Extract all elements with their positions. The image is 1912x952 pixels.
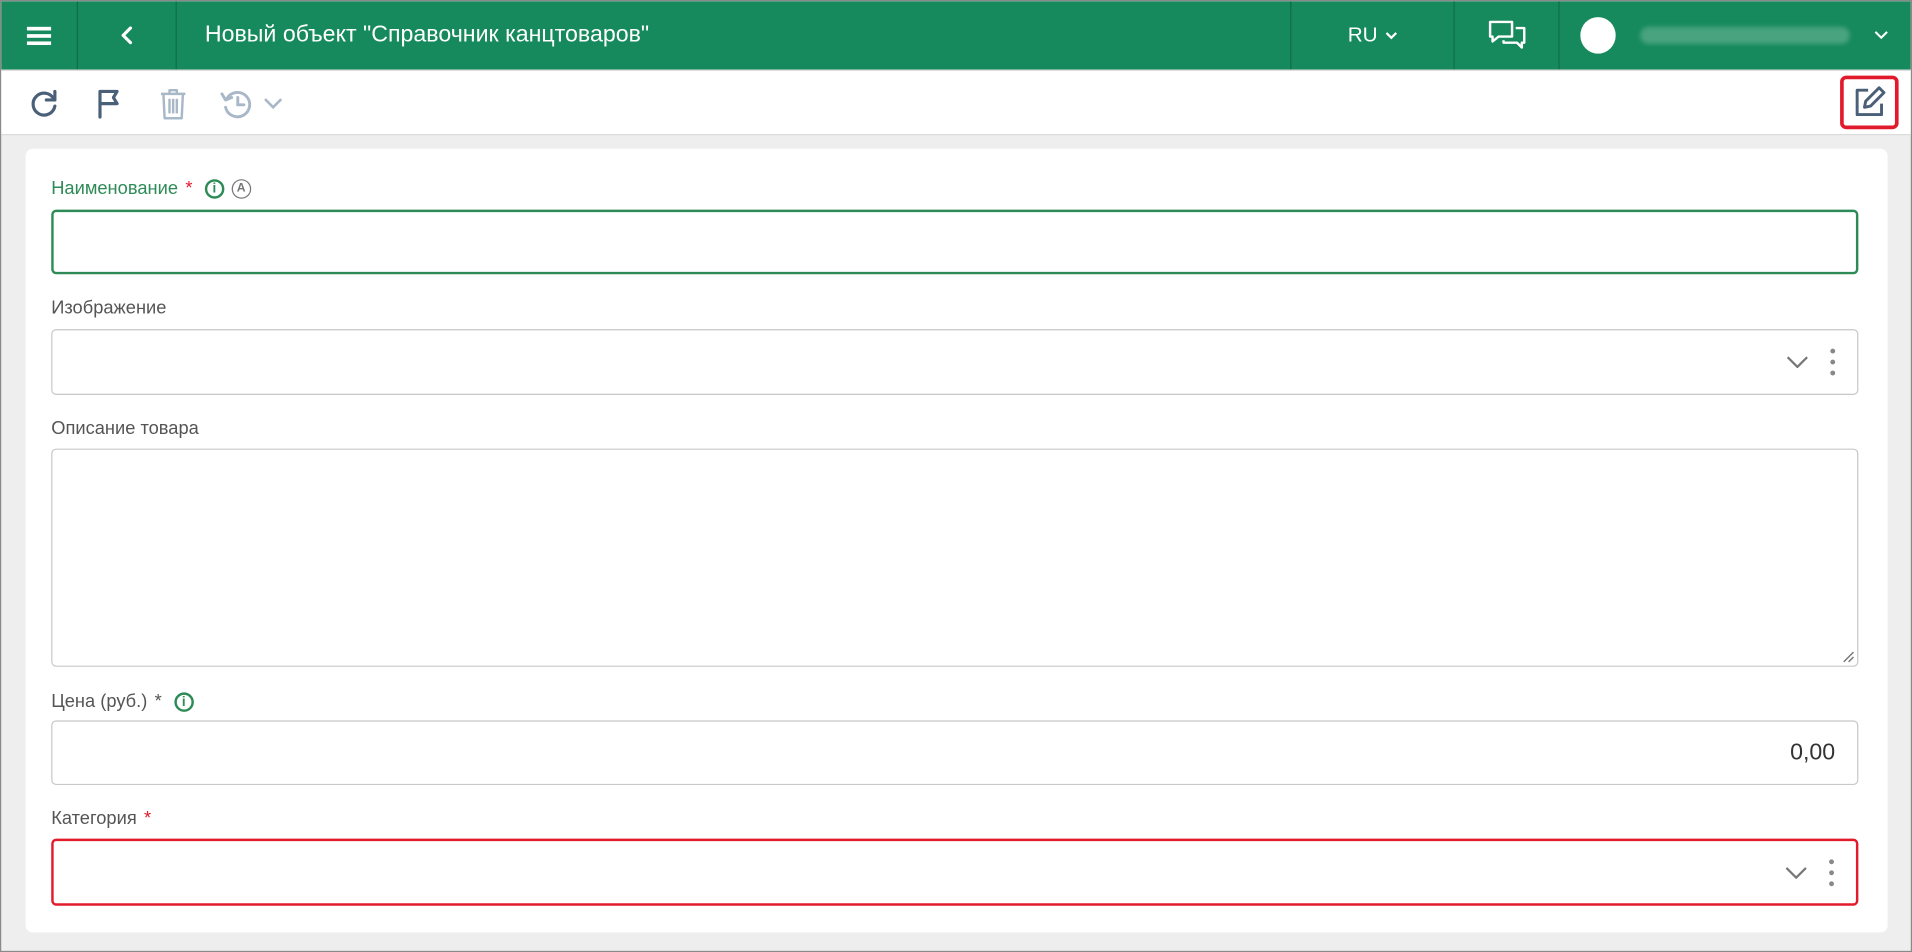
page-title: Новый объект "Справочник канцтоваров" xyxy=(204,21,650,48)
chevron-left-icon xyxy=(121,26,133,45)
category-field-label: Категория * xyxy=(51,808,151,829)
info-icon[interactable]: i xyxy=(173,691,194,712)
more-options-icon[interactable] xyxy=(1830,348,1836,376)
edit-button[interactable] xyxy=(1840,75,1899,130)
info-icon[interactable]: i xyxy=(204,178,225,199)
price-label-text: Цена (руб.) xyxy=(51,691,148,712)
chat-button[interactable] xyxy=(1453,1,1559,70)
image-field-label: Изображение xyxy=(51,297,166,318)
flag-icon xyxy=(98,89,119,119)
category-label-text: Категория xyxy=(51,808,137,829)
required-mark: * xyxy=(144,808,152,829)
description-label-text: Описание товара xyxy=(51,418,199,439)
auto-fill-icon[interactable]: A xyxy=(231,178,251,199)
description-textarea[interactable] xyxy=(51,448,1859,667)
refresh-button[interactable] xyxy=(23,83,64,124)
chevron-down-icon xyxy=(1385,32,1397,40)
name-input[interactable] xyxy=(51,209,1859,275)
required-mark: * xyxy=(154,691,162,712)
resize-handle-icon[interactable] xyxy=(1840,649,1855,664)
back-button[interactable] xyxy=(78,1,177,70)
image-label-text: Изображение xyxy=(51,297,167,319)
chevron-down-icon[interactable] xyxy=(1786,356,1808,369)
chevron-down-icon xyxy=(1875,31,1889,40)
name-label-text: Наименование xyxy=(51,177,179,199)
refresh-icon xyxy=(31,89,57,117)
language-label: RU xyxy=(1347,23,1378,47)
user-name-redacted xyxy=(1639,26,1851,44)
trash-icon xyxy=(160,88,186,120)
more-options-icon[interactable] xyxy=(1829,858,1834,886)
price-field-label: Цена (руб.) * i xyxy=(51,691,194,712)
edit-icon xyxy=(1855,86,1886,117)
category-select[interactable] xyxy=(51,838,1859,906)
description-field-label: Описание товара xyxy=(51,418,199,439)
price-value: 0,00 xyxy=(1790,739,1836,765)
history-icon xyxy=(220,91,282,119)
user-menu[interactable] xyxy=(1558,1,1910,70)
required-mark: * xyxy=(185,177,193,199)
avatar xyxy=(1580,17,1616,54)
flag-button[interactable] xyxy=(88,83,129,124)
hamburger-icon xyxy=(26,26,52,46)
chat-icon xyxy=(1488,20,1525,49)
language-selector[interactable]: RU xyxy=(1290,1,1453,70)
app-window: Новый объект "Справочник канцтоваров" RU xyxy=(0,0,1912,952)
toolbar xyxy=(1,69,1911,136)
history-button[interactable] xyxy=(218,83,284,124)
chevron-down-icon[interactable] xyxy=(1785,866,1807,879)
delete-button[interactable] xyxy=(152,83,193,124)
form-card: Наименование * i A Изображение Описание т… xyxy=(25,148,1888,933)
name-field-label: Наименование * i A xyxy=(51,178,251,199)
menu-button[interactable] xyxy=(1,1,79,70)
top-bar: Новый объект "Справочник канцтоваров" RU xyxy=(1,1,1911,70)
image-select[interactable] xyxy=(51,329,1859,395)
price-input[interactable]: 0,00 xyxy=(51,720,1859,786)
